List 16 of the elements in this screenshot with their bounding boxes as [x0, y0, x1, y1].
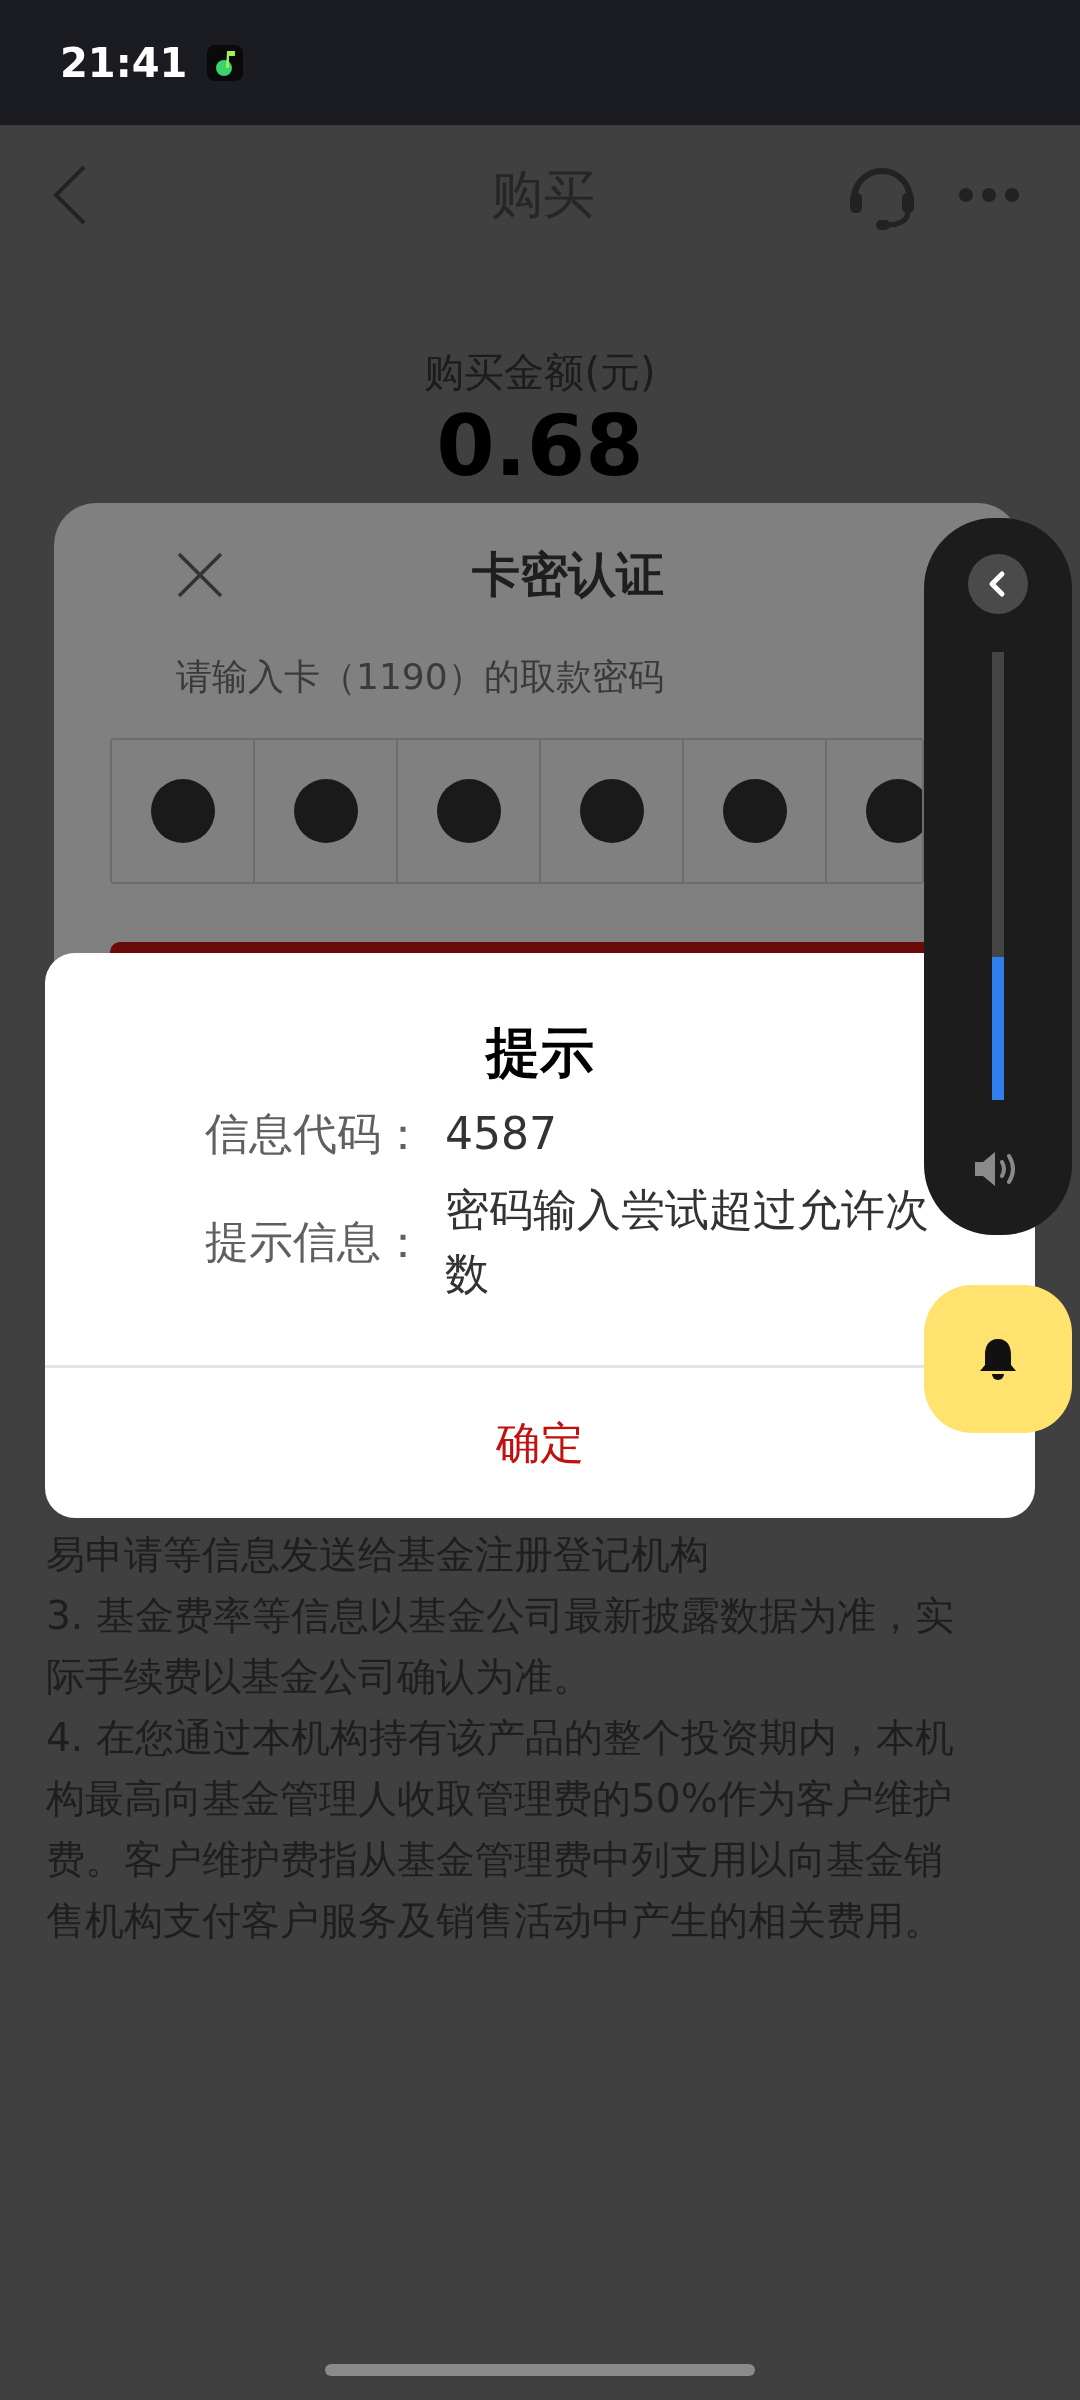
info-value: 4587: [445, 1107, 558, 1161]
notification-button[interactable]: [924, 1285, 1072, 1433]
info-label: 信息代码：: [204, 1107, 425, 1161]
info-label: 提示信息：: [204, 1215, 425, 1269]
alert-title: 提示: [486, 1020, 594, 1086]
password-prompt: 请输入卡（1190）的取款密码: [176, 655, 665, 699]
bell-icon: [978, 1337, 1018, 1381]
music-app-icon: [207, 44, 244, 81]
status-time: 21:41: [60, 39, 188, 86]
dialog-title: 卡密认证: [472, 545, 664, 604]
chevron-left-icon[interactable]: [968, 554, 1028, 614]
ok-button[interactable]: 确定: [476, 1368, 604, 1518]
info-value: 密码输入尝试超过允许次数: [445, 1183, 929, 1301]
amount-value: 0.68: [436, 400, 644, 493]
volume-slider[interactable]: [992, 652, 1004, 1100]
close-icon[interactable]: [176, 551, 224, 599]
